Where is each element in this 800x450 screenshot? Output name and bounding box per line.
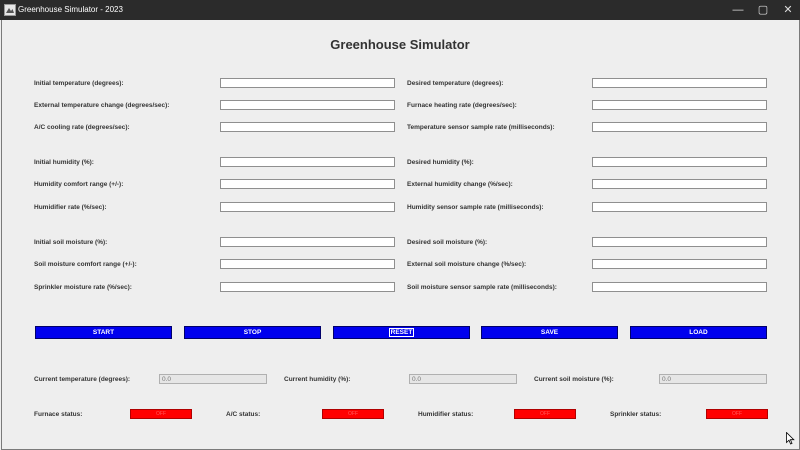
initial-temperature-label: Initial temperature (degrees): (34, 80, 124, 87)
soil-sample-rate-field[interactable] (592, 282, 767, 292)
window-titlebar[interactable]: Greenhouse Simulator - 2023 — ▢ ✕ (0, 0, 800, 20)
sprinkler-status-indicator: OFF (706, 409, 768, 419)
humidity-comfort-range-field[interactable] (220, 179, 395, 189)
initial-humidity-label: Initial humidity (%): (34, 159, 94, 166)
start-button-label: START (92, 329, 115, 336)
save-button-label: SAVE (540, 329, 559, 336)
humidifier-rate-label: Humidifier rate (%/sec): (34, 204, 107, 211)
initial-soil-moisture-field[interactable] (220, 237, 395, 247)
initial-soil-moisture-label: Initial soil moisture (%): (34, 239, 108, 246)
ac-cooling-rate-field[interactable] (220, 122, 395, 132)
soil-comfort-range-field[interactable] (220, 259, 395, 269)
ac-status-indicator: OFF (322, 409, 384, 419)
desired-humidity-label: Desired humidity (%): (407, 159, 474, 166)
close-icon[interactable]: ✕ (776, 0, 800, 20)
temperature-sample-rate-label: Temperature sensor sample rate (millisec… (407, 124, 555, 131)
sprinkler-status-label: Sprinkler status: (610, 411, 662, 418)
external-humidity-change-field[interactable] (592, 179, 767, 189)
ac-status-label: A/C status: (226, 411, 261, 418)
reset-button-label: RESET (388, 328, 415, 337)
furnace-status-indicator: OFF (130, 409, 192, 419)
reset-button[interactable]: RESET (333, 326, 470, 339)
load-button-label: LOAD (689, 329, 708, 336)
initial-humidity-field[interactable] (220, 157, 395, 167)
desired-soil-moisture-field[interactable] (592, 237, 767, 247)
minimize-icon[interactable]: — (726, 0, 750, 20)
initial-temperature-field[interactable] (220, 78, 395, 88)
external-temperature-change-field[interactable] (220, 100, 395, 110)
desired-soil-moisture-label: Desired soil moisture (%): (407, 239, 488, 246)
furnace-heating-rate-label: Furnace heating rate (degrees/sec): (407, 102, 517, 109)
desired-humidity-field[interactable] (592, 157, 767, 167)
sprinkler-rate-label: Sprinkler moisture rate (%/sec): (34, 284, 132, 291)
stop-button[interactable]: STOP (184, 326, 321, 339)
ac-cooling-rate-label: A/C cooling rate (degrees/sec): (34, 124, 130, 131)
humidity-comfort-range-label: Humidity comfort range (+/-): (34, 181, 124, 188)
maximize-icon[interactable]: ▢ (751, 0, 775, 20)
current-temperature-field (159, 374, 267, 384)
window-title: Greenhouse Simulator - 2023 (18, 5, 123, 14)
current-temperature-label: Current temperature (degrees): (34, 376, 131, 383)
mouse-pointer-icon (786, 432, 795, 445)
current-humidity-label: Current humidity (%): (284, 376, 351, 383)
humidifier-rate-field[interactable] (220, 202, 395, 212)
humidity-sample-rate-label: Humidity sensor sample rate (millisecond… (407, 204, 544, 211)
sprinkler-rate-field[interactable] (220, 282, 395, 292)
external-humidity-change-label: External humidity change (%/sec): (407, 181, 513, 188)
soil-sample-rate-label: Soil moisture sensor sample rate (millis… (407, 284, 557, 291)
desired-temperature-label: Desired temperature (degrees): (407, 80, 504, 87)
external-temperature-change-label: External temperature change (degrees/sec… (34, 102, 170, 109)
current-soil-moisture-label: Current soil moisture (%): (534, 376, 614, 383)
stop-button-label: STOP (243, 329, 262, 336)
external-soil-change-field[interactable] (592, 259, 767, 269)
app-icon (4, 4, 16, 16)
humidity-sample-rate-field[interactable] (592, 202, 767, 212)
current-humidity-field (409, 374, 517, 384)
page-title: Greenhouse Simulator (330, 37, 470, 52)
temperature-sample-rate-field[interactable] (592, 122, 767, 132)
furnace-heating-rate-field[interactable] (592, 100, 767, 110)
load-button[interactable]: LOAD (630, 326, 767, 339)
save-button[interactable]: SAVE (481, 326, 618, 339)
external-soil-change-label: External soil moisture change (%/sec): (407, 261, 527, 268)
soil-comfort-range-label: Soil moisture comfort range (+/-): (34, 261, 137, 268)
current-soil-moisture-field (659, 374, 767, 384)
humidifier-status-label: Humidifier status: (418, 411, 474, 418)
humidifier-status-indicator: OFF (514, 409, 576, 419)
desired-temperature-field[interactable] (592, 78, 767, 88)
start-button[interactable]: START (35, 326, 172, 339)
furnace-status-label: Furnace status: (34, 411, 83, 418)
